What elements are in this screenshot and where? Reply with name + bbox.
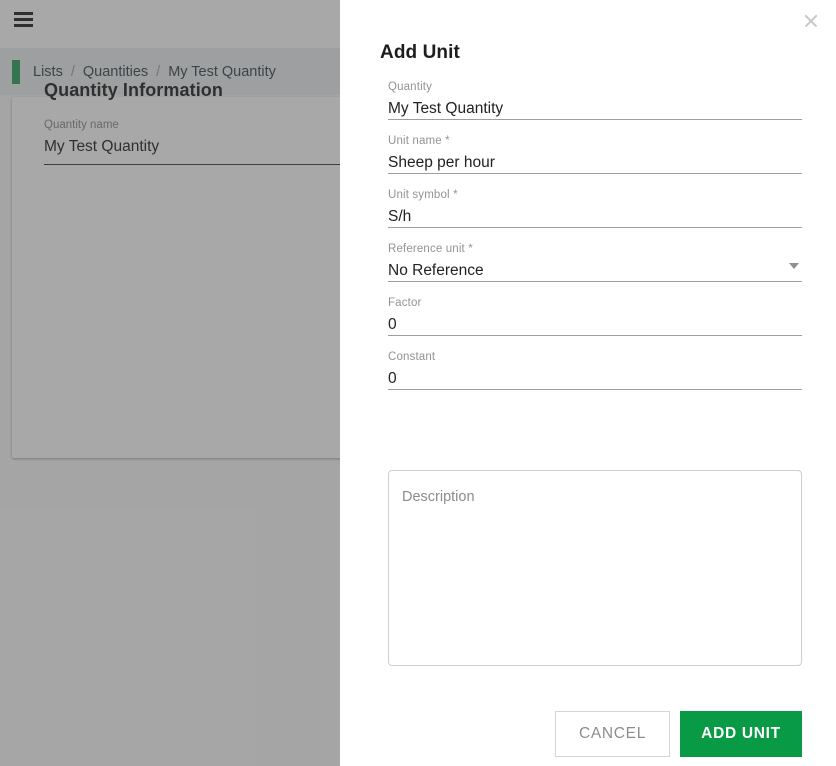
unit-symbol-field-label: Unit symbol * xyxy=(388,189,458,201)
description-textarea[interactable]: Description xyxy=(388,470,802,666)
reference-unit-field: Reference unit * No Reference xyxy=(388,242,802,296)
field-underline xyxy=(388,119,802,120)
constant-field-label: Constant xyxy=(388,351,436,363)
constant-field: Constant 0 xyxy=(388,350,802,404)
add-unit-button[interactable]: ADD UNIT xyxy=(680,711,802,757)
unit-name-input[interactable]: Sheep per hour xyxy=(388,148,802,174)
unit-symbol-input[interactable]: S/h xyxy=(388,202,802,228)
factor-field-label: Factor xyxy=(388,297,422,309)
field-underline xyxy=(388,227,802,228)
add-unit-form: Quantity My Test Quantity Unit name * Sh… xyxy=(388,80,802,404)
constant-input[interactable]: 0 xyxy=(388,364,802,390)
close-icon[interactable] xyxy=(798,8,824,34)
quantity-field-label: Quantity xyxy=(388,81,433,93)
unit-symbol-field: Unit symbol * S/h xyxy=(388,188,802,242)
reference-unit-field-label: Reference unit * xyxy=(388,243,473,255)
cancel-button[interactable]: CANCEL xyxy=(555,711,670,757)
add-unit-dialog: Add Unit Quantity My Test Quantity Unit … xyxy=(340,0,836,766)
reference-unit-select[interactable]: No Reference xyxy=(388,256,802,282)
field-underline xyxy=(388,281,802,282)
description-placeholder: Description xyxy=(402,489,475,505)
chevron-down-icon[interactable] xyxy=(789,263,799,269)
quantity-field-value[interactable]: My Test Quantity xyxy=(388,94,802,120)
field-underline xyxy=(388,335,802,336)
factor-input[interactable]: 0 xyxy=(388,310,802,336)
dialog-title: Add Unit xyxy=(380,42,460,63)
dialog-actions: CANCEL ADD UNIT xyxy=(340,711,836,757)
factor-field: Factor 0 xyxy=(388,296,802,350)
quantity-field: Quantity My Test Quantity xyxy=(388,80,802,134)
field-underline xyxy=(388,173,802,174)
field-underline xyxy=(388,389,802,390)
unit-name-field-label: Unit name * xyxy=(388,135,450,147)
unit-name-field: Unit name * Sheep per hour xyxy=(388,134,802,188)
